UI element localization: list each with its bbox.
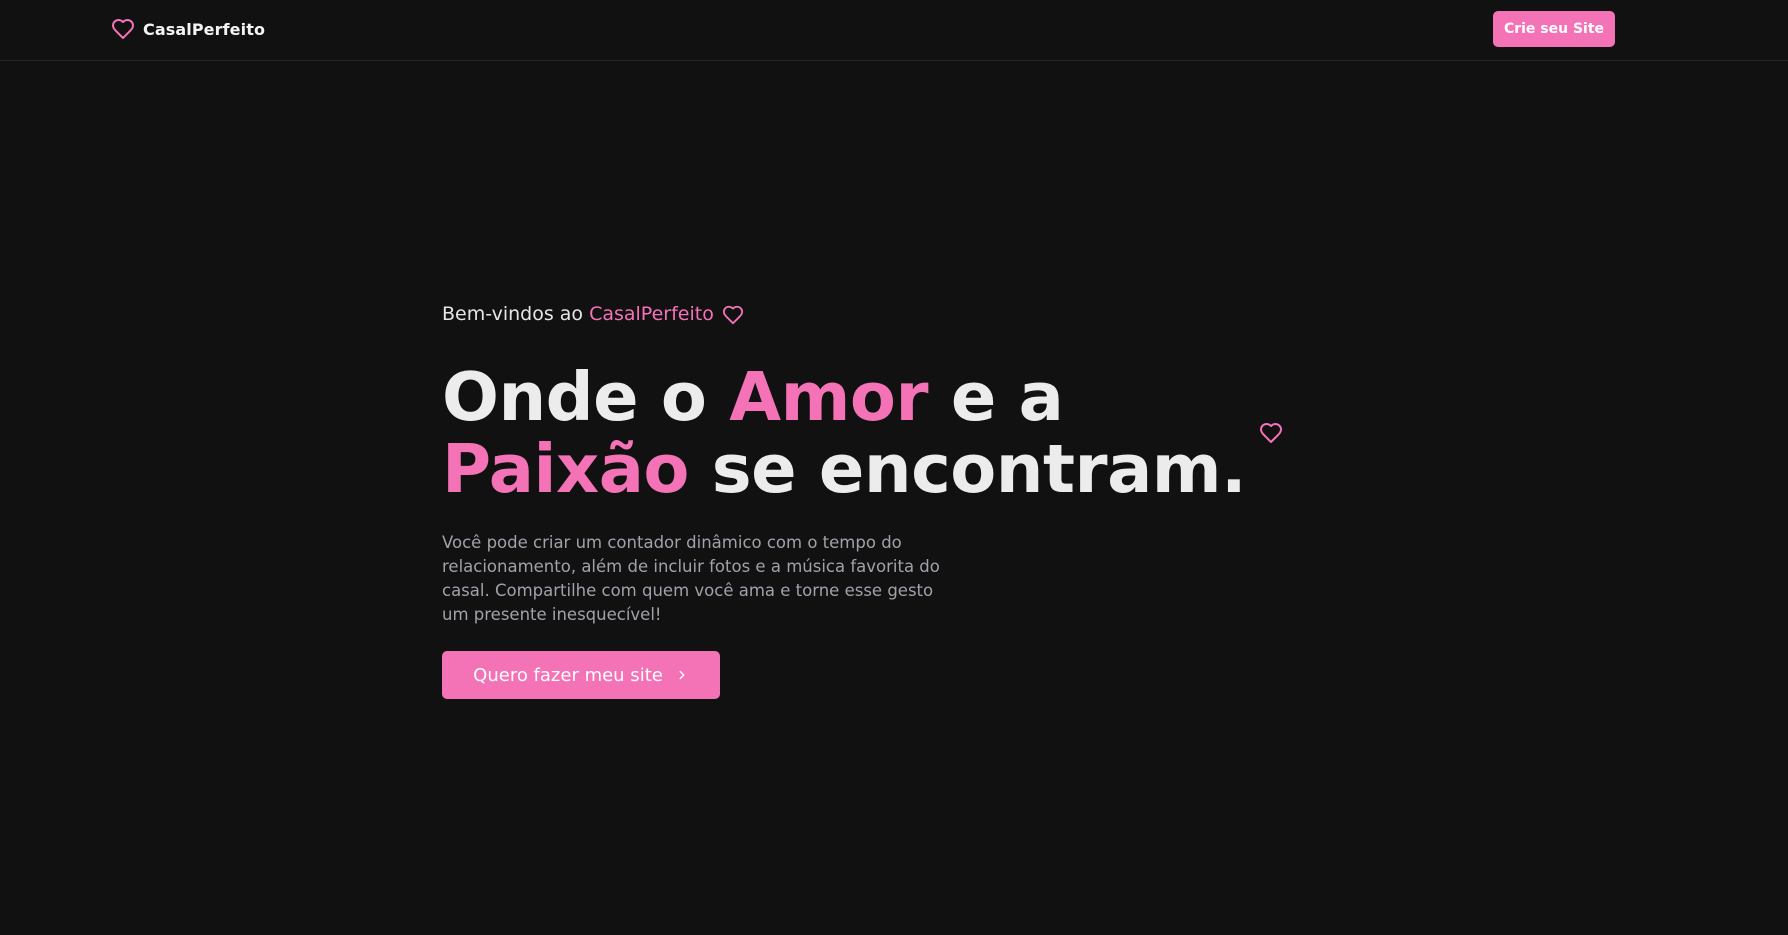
heart-icon <box>722 305 743 325</box>
chevron-right-icon <box>679 670 685 680</box>
headline-highlight-paixao: Paixão <box>442 430 689 508</box>
hero-description: Você pode criar um contador dinâmico com… <box>442 533 940 624</box>
welcome-brand: CasalPerfeito <box>589 303 714 325</box>
hero-section: Bem-vindos ao CasalPerfeito Onde o Amor … <box>442 300 1342 699</box>
navbar: CasalPerfeito Crie seu Site <box>0 0 1788 61</box>
hero-headline: Onde o Amor e a Paixão se encontram. <box>442 361 1342 505</box>
welcome-prefix: Bem-vindos ao <box>442 303 590 325</box>
headline-text: se encontram. <box>688 430 1247 508</box>
make-my-site-label: Quero fazer meu site <box>473 664 663 686</box>
welcome-line: Bem-vindos ao CasalPerfeito <box>442 300 1342 330</box>
make-my-site-button[interactable]: Quero fazer meu site <box>442 651 720 699</box>
headline-text: e a <box>928 358 1064 436</box>
heart-icon <box>112 19 134 39</box>
headline-text: Onde o <box>442 358 730 436</box>
heart-icon <box>1260 423 1282 443</box>
brand-name: CasalPerfeito <box>143 19 266 39</box>
create-site-button[interactable]: Crie seu Site <box>1493 11 1615 47</box>
brand-logo-link[interactable]: CasalPerfeito <box>111 17 265 41</box>
headline-highlight-amor: Amor <box>729 358 928 436</box>
